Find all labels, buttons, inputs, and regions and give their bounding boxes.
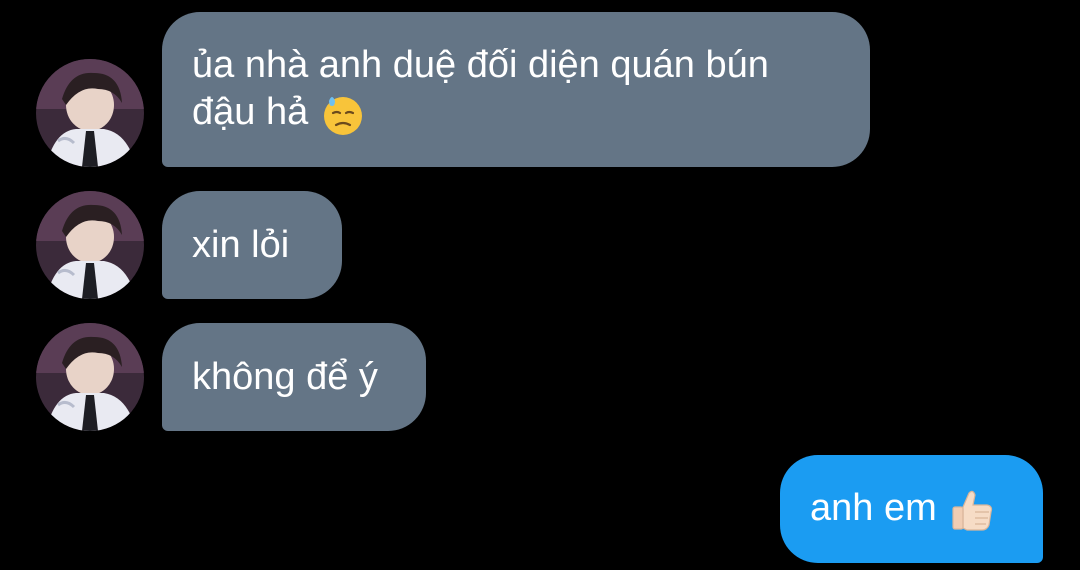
avatar-photo [36, 323, 144, 431]
message-text: xin lỏi [192, 223, 290, 266]
avatar[interactable] [36, 191, 144, 299]
avatar[interactable] [36, 323, 144, 431]
message-bubble[interactable]: xin lỏi [162, 191, 342, 299]
message-text: ủa nhà anh duệ đối diện quán bún đậu hả [192, 42, 769, 137]
thumbs-up-light-skin-icon [949, 487, 995, 533]
message-bubble[interactable]: ủa nhà anh duệ đối diện quán bún đậu hả [162, 12, 870, 167]
downcast-face-with-sweat-icon [320, 91, 366, 137]
avatar-photo [36, 191, 144, 299]
avatar-photo [36, 59, 144, 167]
message-bubble[interactable]: anh em [780, 455, 1043, 563]
message-text: không để ý [192, 355, 378, 398]
avatar[interactable] [36, 59, 144, 167]
message-text: anh em [810, 485, 995, 533]
message-bubble[interactable]: không để ý [162, 323, 426, 431]
